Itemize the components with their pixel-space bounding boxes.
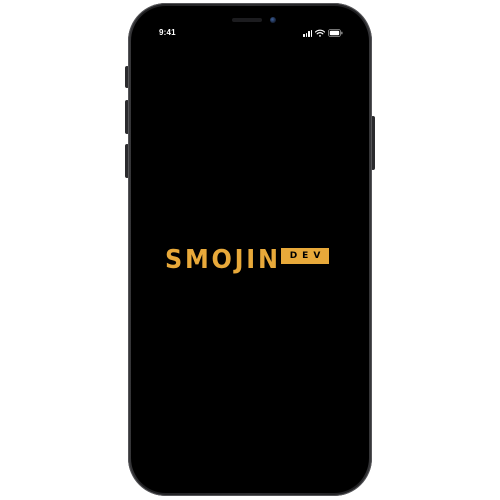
device-mockup-stage: 9:41 SMOJIN DEV	[0, 0, 500, 500]
wifi-icon	[315, 29, 325, 37]
logo-badge-label: DEV	[289, 251, 326, 261]
logo-wordmark: SMOJIN	[165, 245, 281, 275]
logo-badge: DEV	[281, 248, 329, 264]
phone-bezel: 9:41 SMOJIN DEV	[131, 6, 369, 493]
notch	[195, 12, 305, 30]
battery-icon	[328, 29, 343, 37]
front-camera-icon	[270, 17, 276, 23]
app-logo: SMOJIN DEV	[165, 244, 341, 276]
phone-frame: 9:41 SMOJIN DEV	[128, 3, 372, 496]
signal-icon	[303, 29, 312, 37]
splash-screen: 9:41 SMOJIN DEV	[137, 12, 363, 487]
speaker-grille	[232, 18, 262, 22]
status-icons	[303, 28, 343, 38]
status-time: 9:41	[159, 28, 176, 37]
